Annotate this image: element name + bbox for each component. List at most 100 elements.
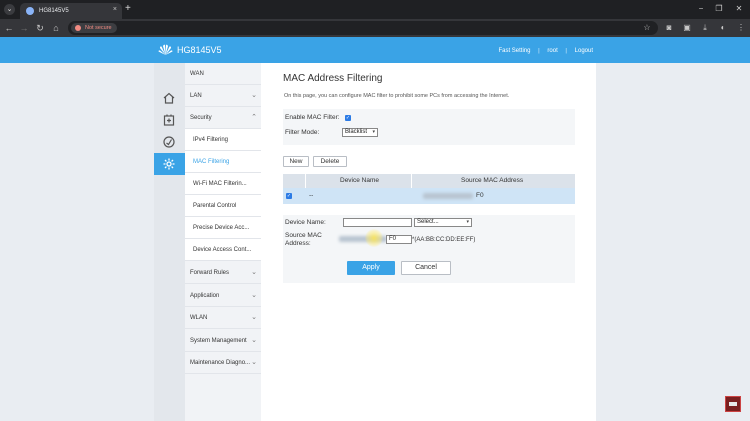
sidebar-item-ipv4-filtering[interactable]: IPv4 Filtering [185,129,261,151]
device-name-input[interactable] [343,218,412,227]
table-row[interactable]: ✓ -- F0 [283,188,575,204]
address-bar[interactable]: Not secure ☆ [68,21,658,35]
delete-button[interactable]: Delete [313,156,347,167]
sidebar-item-wlan[interactable]: WLAN ⌄ [185,307,261,329]
header-links: Fast Setting | root | Logout [498,47,593,55]
sidebar-item-label: LAN [190,93,202,99]
star-icon[interactable]: ☆ [642,23,652,33]
reload-button[interactable]: ↻ [34,22,46,34]
status-icon [163,136,175,148]
sidebar-item-system-management[interactable]: System Management ⌄ [185,330,261,352]
sidebar-item-label: Parental Control [193,203,237,209]
chevron-down-icon: ⌄ [251,292,257,299]
sidebar-item-label: MAC Filtering [193,159,230,165]
user-link[interactable]: root [547,47,557,55]
security-chip-label: Not secure [85,25,112,31]
main-content: MAC Address Filtering On this page, you … [261,63,596,421]
apply-button[interactable]: Apply [347,261,395,275]
header-separator: | [565,48,567,54]
select-all-column [286,178,292,184]
sidebar-item-label: System Management [190,338,247,344]
sidebar-item-label: WLAN [190,315,208,321]
advanced-icon [163,114,175,126]
sidebar-item-security[interactable]: Security ⌃ [185,107,261,129]
device-select-value: Select... [417,219,439,225]
sidebar-item-device-access-control[interactable]: Device Access Cont... [185,239,261,261]
enable-mac-filter-checkbox[interactable]: ✓ [345,115,351,121]
sidebar-item-application[interactable]: Application ⌄ [185,285,261,307]
browser-tab[interactable]: HG8145V5 × [20,3,122,19]
column-device-name: Device Name [340,177,380,184]
sidebar-item-wan[interactable]: WAN [185,63,261,85]
home-nav[interactable] [154,87,185,109]
sidebar-menu: WAN LAN ⌄ Security ⌃ IPv4 Filtering MAC … [185,63,261,421]
page-description: On this page, you can configure MAC filt… [284,93,510,99]
sidebar-item-label: Maintenance Diagno... [190,360,251,366]
minimize-button[interactable]: − [692,3,710,15]
row-checkbox[interactable]: ✓ [286,193,292,199]
profile-icon[interactable]: ◐ [718,23,728,33]
camera-icon[interactable]: ◙ [664,23,674,33]
channel-watermark-icon [725,396,741,412]
mac-label-line2: Address: [285,240,311,247]
row-mac-suffix: F0 [476,192,484,199]
browser-toolbar: ← → ↻ ⌂ Not secure ☆ ◙ ▣ ⤓ ◐ ⋮ [0,19,750,37]
chevron-down-icon: ⌄ [251,92,257,99]
chevron-down-icon: ⌄ [251,314,257,321]
sidebar-item-precise-device-access[interactable]: Precise Device Acc... [185,217,261,239]
forward-button[interactable]: → [18,22,30,34]
sidebar-item-label: Precise Device Acc... [193,225,250,231]
cancel-button[interactable]: Cancel [401,261,451,275]
warning-icon [75,25,81,31]
device-select[interactable]: Select... ▾ [414,218,472,227]
extensions-icon[interactable]: ▣ [682,23,692,33]
back-button[interactable]: ← [3,22,15,34]
row-device-name: -- [309,192,314,199]
chevron-down-icon: ⌄ [251,337,257,344]
home-button[interactable]: ⌂ [50,22,62,34]
sidebar-item-mac-filtering[interactable]: MAC Filtering [185,151,261,173]
filter-mode-label: Filter Mode: [285,129,320,136]
advanced-nav[interactable] [154,109,185,131]
sidebar-item-label: Security [190,115,212,121]
settings-icon [163,158,175,170]
filter-config-panel: Enable MAC Filter: ✓ Filter Mode: Blackl… [283,109,575,145]
mouse-cursor-highlight [365,229,383,247]
close-window-button[interactable]: ✕ [730,3,748,15]
fast-setting-link[interactable]: Fast Setting [498,47,530,55]
mac-address-input[interactable]: F0 [386,235,412,244]
logout-link[interactable]: Logout [575,47,593,55]
filter-mode-value: Blacklist [345,129,368,135]
globe-icon [26,7,34,15]
redacted-mac [423,193,473,199]
new-button[interactable]: New [283,156,309,167]
sidebar-item-parental-control[interactable]: Parental Control [185,195,261,217]
mac-format-hint: *(AA:BB:CC:DD:EE:FF) [412,237,476,243]
sidebar-item-label: Wi-Fi MAC Filterin... [193,181,247,187]
sidebar-item-label: Forward Rules [190,270,230,276]
new-tab-button[interactable]: + [125,3,131,15]
sidebar-item-maintenance-diagnosis[interactable]: Maintenance Diagno... ⌄ [185,352,261,374]
sidebar-item-lan[interactable]: LAN ⌄ [185,85,261,107]
router-header: HG8145V5 Fast Setting | root | Logout [0,37,750,63]
filter-table-header: Device Name Source MAC Address [283,174,575,204]
product-name: HG8145V5 [177,45,222,55]
sidebar-item-label: Application [190,293,220,299]
sidebar-item-forward-rules[interactable]: Forward Rules ⌄ [185,262,261,284]
settings-nav[interactable] [154,153,185,175]
security-chip[interactable]: Not secure [71,23,117,33]
browser-tab-bar: ⌄ HG8145V5 × + − ❐ ✕ [0,0,750,19]
menu-icon[interactable]: ⋮ [736,23,746,33]
sidebar-item-wifi-mac-filtering[interactable]: Wi-Fi MAC Filterin... [185,173,261,195]
sidebar-item-label: WAN [190,71,204,77]
chevron-down-icon: ▾ [466,219,469,225]
maximize-button[interactable]: ❐ [710,3,728,15]
filter-mode-select[interactable]: Blacklist ▾ [342,128,378,137]
downloads-icon[interactable]: ⤓ [700,23,710,33]
enable-mac-filter-label: Enable MAC Filter: [285,114,340,121]
tab-close-button[interactable]: × [113,5,117,15]
tab-search-button[interactable]: ⌄ [4,4,15,15]
tab-title: HG8145V5 [39,8,69,14]
status-nav[interactable] [154,131,185,153]
page-background [596,63,750,421]
